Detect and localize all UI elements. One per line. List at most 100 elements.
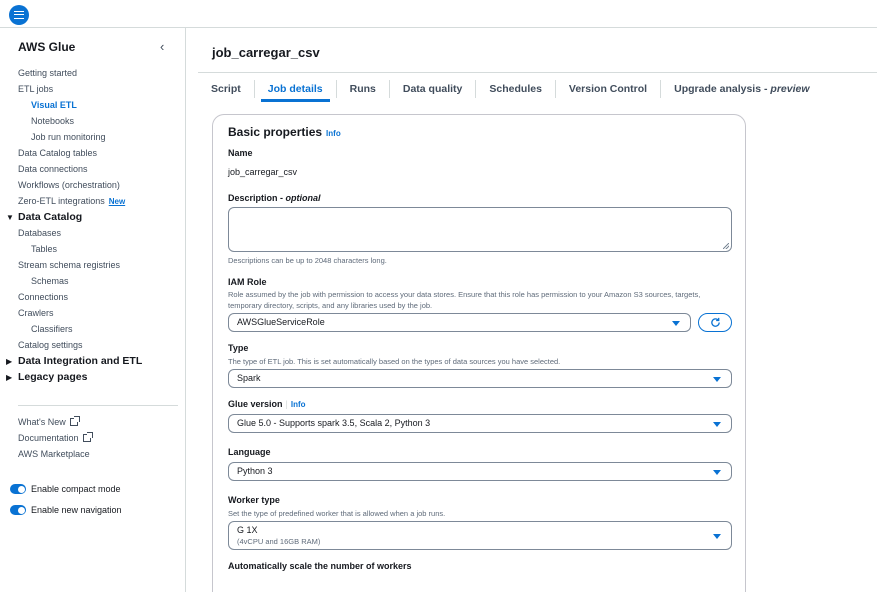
sidebar-item-label: Zero-ETL integrations	[18, 196, 105, 206]
main-content: job_carregar_csv Script Job details Runs Da…	[186, 28, 877, 592]
tab[interactable]: Runs	[337, 80, 390, 98]
sidebar-item[interactable]: Job run monitoring	[0, 129, 186, 145]
sidebar-item[interactable]: Zero-ETL integrations New	[0, 193, 186, 209]
glue-version-value: Glue 5.0 - Supports spark 3.5, Scala 2, …	[237, 418, 431, 428]
sidebar-item-label: Databases	[18, 228, 62, 238]
sidebar-item-label: Classifiers	[31, 324, 73, 334]
sidebar-item-label: Stream schema registries	[18, 260, 121, 270]
sidebar-item[interactable]: Catalog settings	[0, 337, 186, 353]
name-value: job_carregar_csv	[228, 167, 298, 177]
worker-type-label: Worker type	[228, 495, 280, 505]
sidebar-item[interactable]: Classifiers	[0, 321, 186, 337]
sidebar-item[interactable]: Getting started	[0, 65, 186, 81]
sidebar-item-label: Crawlers	[18, 308, 54, 318]
tab-label-suffix: preview	[770, 83, 810, 95]
info-link[interactable]: Info	[326, 129, 341, 138]
iam-role-select[interactable]: AWSGlueServiceRole	[228, 313, 691, 332]
tab-label: Runs	[349, 83, 376, 95]
glue-version-select[interactable]: Glue 5.0 - Supports spark 3.5, Scala 2, …	[228, 414, 732, 433]
type-description: The type of ETL job. This is set automat…	[228, 357, 561, 366]
refresh-button[interactable]	[698, 313, 732, 332]
iam-role-value: AWSGlueServiceRole	[237, 317, 325, 327]
sidebar-item[interactable]: Crawlers	[0, 305, 186, 321]
sidebar-divider	[18, 405, 178, 406]
tab-label: Upgrade analysis -	[674, 83, 771, 95]
tab[interactable]: Script	[198, 80, 255, 98]
whats-new-label: What's New	[18, 417, 66, 427]
sidebar-item[interactable]: Tables	[0, 241, 186, 257]
sidebar-item[interactable]: Schemas	[0, 273, 186, 289]
basic-properties-card: Basic properties Info Name job_carregar_c…	[212, 114, 746, 592]
basic-properties-heading: Basic properties Info	[228, 125, 341, 139]
tab-label: Schedules	[489, 83, 542, 95]
name-label: Name	[228, 148, 253, 158]
tab[interactable]: Job details	[255, 80, 337, 102]
worker-type-sub: (4vCPU and 16GB RAM)	[237, 537, 321, 546]
sidebar-item-label: Data connections	[18, 164, 88, 174]
sidebar-item[interactable]: Data Catalog tables	[0, 145, 186, 161]
worker-type-value: G 1X	[237, 525, 258, 535]
iam-role-description: Role assumed by the job with permission …	[228, 290, 701, 310]
menu-icon[interactable]	[9, 5, 29, 25]
external-link-icon	[69, 416, 80, 426]
compact-mode-label: Enable compact mode	[31, 484, 121, 494]
collapse-chevron-icon[interactable]: ‹	[160, 39, 164, 54]
type-select[interactable]: Spark	[228, 369, 732, 388]
iam-role-label: IAM Role	[228, 277, 267, 287]
aws-marketplace-link[interactable]: AWS Marketplace	[18, 446, 91, 462]
sidebar-item[interactable]: Workflows (orchestration)	[0, 177, 186, 193]
tab[interactable]: Upgrade analysis - preview	[661, 80, 822, 98]
glue-version-label-text: Glue version	[228, 399, 283, 409]
chevron-down-icon	[713, 421, 721, 427]
type-value: Spark	[237, 373, 261, 383]
tab[interactable]: Version Control	[556, 80, 662, 98]
sidebar-item-label: Job run monitoring	[31, 132, 106, 142]
top-bar	[0, 0, 877, 28]
worker-type-select[interactable]: G 1X (4vCPU and 16GB RAM)	[228, 521, 732, 550]
tabs-divider	[198, 72, 877, 73]
whats-new-link[interactable]: What's New	[18, 414, 91, 430]
description-input[interactable]	[228, 207, 732, 252]
caret-right-icon: ▶	[6, 357, 13, 366]
sidebar-item[interactable]: Stream schema registries	[0, 257, 186, 273]
language-select[interactable]: Python 3	[228, 462, 732, 481]
glue-version-info-link[interactable]: Info	[291, 400, 306, 409]
sidebar-item-label: Schemas	[31, 276, 69, 286]
sidebar-item[interactable]: Databases	[0, 225, 186, 241]
sidebar-title: AWS Glue	[18, 40, 76, 54]
tab-label: Version Control	[568, 83, 648, 95]
sidebar-item[interactable]: Data connections	[0, 161, 186, 177]
language-label: Language	[228, 447, 271, 457]
sidebar-item-label: Visual ETL	[31, 100, 77, 110]
sidebar-section-label: Legacy pages	[18, 371, 88, 383]
sidebar-section[interactable]: ▶ Legacy pages	[0, 369, 186, 385]
sidebar-section[interactable]: ▶ Data Integration and ETL	[0, 353, 186, 369]
sidebar: AWS Glue ‹ Getting started ETL jobs Visual…	[0, 28, 186, 592]
refresh-icon	[710, 317, 720, 327]
new-navigation-toggle[interactable]	[10, 505, 26, 515]
chevron-down-icon	[713, 469, 721, 475]
description-hint: Descriptions can be up to 2048 character…	[228, 256, 387, 265]
language-value: Python 3	[237, 466, 273, 476]
page-title: job_carregar_csv	[212, 45, 320, 60]
documentation-link[interactable]: Documentation	[18, 430, 93, 446]
sidebar-item[interactable]: Visual ETL	[0, 97, 186, 113]
sidebar-links: What's New Documentation AWS Marketplace	[18, 414, 93, 462]
tab-label: Job details	[267, 83, 323, 95]
autoscale-label: Automatically scale the number of worker…	[228, 561, 412, 571]
chevron-down-icon	[713, 376, 721, 382]
sidebar-item-label: ETL jobs	[18, 84, 54, 94]
sidebar-item[interactable]: Connections	[0, 289, 186, 305]
sidebar-section-label: Data Integration and ETL	[18, 355, 143, 367]
sidebar-section[interactable]: ▼ Data Catalog	[0, 209, 186, 225]
worker-type-description: Set the type of predefined worker that i…	[228, 509, 446, 518]
sidebar-item-label: Tables	[31, 244, 58, 254]
chevron-down-icon	[672, 320, 680, 326]
type-label: Type	[228, 343, 249, 353]
sidebar-item[interactable]: ETL jobs	[0, 81, 186, 97]
sidebar-item[interactable]: Notebooks	[0, 113, 186, 129]
tab[interactable]: Data quality	[390, 80, 477, 98]
compact-mode-toggle[interactable]	[10, 484, 26, 494]
sidebar-nav: Getting started ETL jobs Visual ETL Noteboo…	[0, 65, 186, 385]
tab[interactable]: Schedules	[476, 80, 556, 98]
